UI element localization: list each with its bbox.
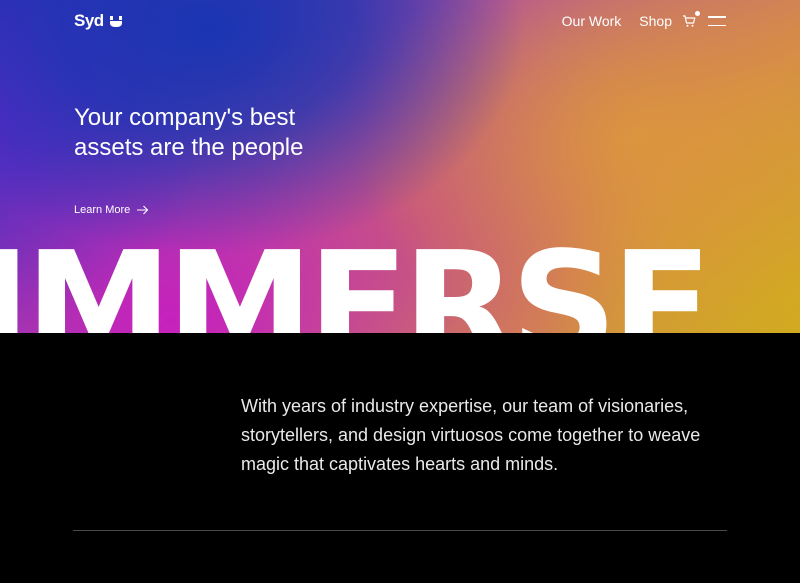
cart-icon — [683, 15, 696, 27]
main-nav: Our Work Shop — [562, 11, 726, 29]
page: Syd Our Work Shop Your company's best as… — [0, 0, 800, 583]
learn-more-link[interactable]: Learn More — [74, 204, 149, 216]
smile-icon — [109, 16, 122, 27]
hamburger-menu-icon[interactable] — [708, 16, 726, 26]
hero-big-word: IMMERSE — [0, 220, 712, 333]
learn-more-label: Learn More — [74, 204, 131, 216]
logo[interactable]: Syd — [74, 11, 122, 31]
intro-paragraph: With years of industry expertise, our te… — [241, 396, 701, 474]
cart-button[interactable] — [682, 11, 700, 28]
hero-section: Syd Our Work Shop Your company's best as… — [0, 0, 800, 333]
logo-text: Syd — [74, 11, 104, 30]
nav-link-shop[interactable]: Shop — [639, 13, 672, 29]
hero-headline: Your company's best assets are the peopl… — [74, 104, 304, 161]
cart-indicator-dot — [695, 11, 700, 16]
menu-line — [708, 24, 726, 26]
menu-line — [708, 16, 726, 18]
nav-link-our-work[interactable]: Our Work — [562, 13, 622, 29]
arrow-right-icon — [137, 205, 149, 215]
section-divider — [73, 530, 727, 531]
